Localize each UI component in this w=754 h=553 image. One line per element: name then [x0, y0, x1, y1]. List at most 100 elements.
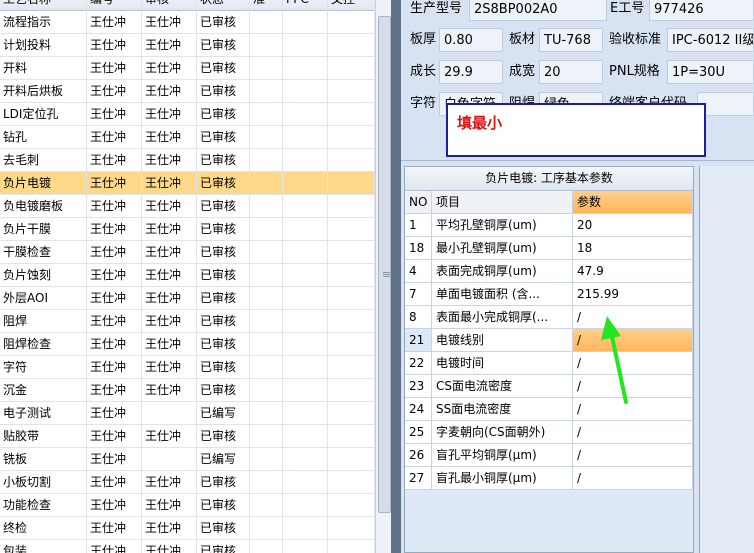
param-item-cell[interactable]: 表面完成铜厚(um) [432, 260, 573, 282]
table-row[interactable]: 开料后烘板 王仕冲 王仕冲 已审核 [0, 80, 375, 103]
process-doc-cell[interactable] [328, 126, 375, 149]
process-doc-cell[interactable] [328, 195, 375, 218]
process-name-cell[interactable]: LDI定位孔 [0, 103, 87, 126]
process-doc-cell[interactable] [328, 34, 375, 57]
table-row[interactable]: 流程指示 王仕冲 王仕冲 已审核 [0, 11, 375, 34]
param-no-cell[interactable]: 8 [405, 306, 432, 328]
process-status-cell[interactable]: 已审核 [197, 471, 250, 494]
param-value-cell[interactable]: / [573, 375, 693, 397]
process-review-cell[interactable]: 王仕冲 [142, 34, 197, 57]
param-row[interactable]: 1 平均孔壁铜厚(um) 20 [405, 214, 693, 237]
table-row[interactable]: 包装 王仕冲 王仕冲 已审核 [0, 540, 375, 553]
param-value-cell[interactable]: / [573, 421, 693, 443]
material-field[interactable]: TU-768 [539, 28, 603, 52]
process-approve-cell[interactable] [250, 195, 283, 218]
process-doc-cell[interactable] [328, 310, 375, 333]
process-name-cell[interactable]: 阻焊 [0, 310, 87, 333]
param-no-cell[interactable]: 7 [405, 283, 432, 305]
process-approve-cell[interactable] [250, 540, 283, 553]
process-status-cell[interactable]: 已审核 [197, 264, 250, 287]
process-approve-cell[interactable] [250, 57, 283, 80]
process-status-cell[interactable]: 已审核 [197, 172, 250, 195]
process-review-cell[interactable]: 王仕冲 [142, 11, 197, 34]
process-code-cell[interactable]: 王仕冲 [87, 264, 142, 287]
process-name-cell[interactable]: 负电镀磨板 [0, 195, 87, 218]
process-status-cell[interactable]: 已审核 [197, 517, 250, 540]
process-doc-cell[interactable] [328, 540, 375, 553]
process-doc-cell[interactable] [328, 172, 375, 195]
param-row[interactable]: 27 盲孔最小铜厚(μm) / [405, 467, 693, 490]
param-no-cell[interactable]: 1 [405, 214, 432, 236]
process-doc-cell[interactable] [328, 379, 375, 402]
eno-field[interactable]: 977426 [649, 0, 754, 21]
process-approve-cell[interactable] [250, 126, 283, 149]
process-code-cell[interactable]: 王仕冲 [87, 80, 142, 103]
process-doc-cell[interactable] [328, 149, 375, 172]
process-doc-cell[interactable] [328, 287, 375, 310]
process-ppc-cell[interactable] [283, 172, 328, 195]
process-approve-cell[interactable] [250, 471, 283, 494]
process-ppc-cell[interactable] [283, 356, 328, 379]
process-code-cell[interactable]: 王仕冲 [87, 195, 142, 218]
process-doc-cell[interactable] [328, 80, 375, 103]
table-row[interactable]: 小板切割 王仕冲 王仕冲 已审核 [0, 471, 375, 494]
process-ppc-cell[interactable] [283, 126, 328, 149]
process-name-cell[interactable]: 干膜检查 [0, 241, 87, 264]
param-no-cell[interactable]: 27 [405, 467, 432, 489]
process-approve-cell[interactable] [250, 356, 283, 379]
process-status-cell[interactable]: 已审核 [197, 80, 250, 103]
process-review-cell[interactable]: 王仕冲 [142, 494, 197, 517]
table-row[interactable]: 贴胶带 王仕冲 王仕冲 已审核 [0, 425, 375, 448]
table-row[interactable]: 字符 王仕冲 王仕冲 已审核 [0, 356, 375, 379]
process-status-cell[interactable]: 已审核 [197, 333, 250, 356]
process-ppc-cell[interactable] [283, 287, 328, 310]
param-value-cell[interactable]: / [573, 352, 693, 374]
param-item-cell[interactable]: 盲孔最小铜厚(μm) [432, 467, 573, 489]
process-name-cell[interactable]: 功能检查 [0, 494, 87, 517]
param-value-cell[interactable]: 20 [573, 214, 693, 236]
process-approve-cell[interactable] [250, 149, 283, 172]
table-row[interactable]: 铣板 王仕冲 已编写 [0, 448, 375, 471]
param-row[interactable]: 21 电镀线别 / [405, 329, 693, 352]
process-review-cell[interactable]: 王仕冲 [142, 195, 197, 218]
process-review-cell[interactable] [142, 402, 197, 425]
process-review-cell[interactable]: 王仕冲 [142, 172, 197, 195]
col-header-ppc[interactable]: PPC [283, 0, 328, 11]
process-code-cell[interactable]: 王仕冲 [87, 241, 142, 264]
process-review-cell[interactable]: 王仕冲 [142, 149, 197, 172]
process-ppc-cell[interactable] [283, 149, 328, 172]
process-ppc-cell[interactable] [283, 11, 328, 34]
process-name-cell[interactable]: 包装 [0, 540, 87, 553]
param-header-param[interactable]: 参数 [573, 191, 693, 213]
table-row[interactable]: 开料 王仕冲 王仕冲 已审核 [0, 57, 375, 80]
param-value-cell[interactable]: / [573, 398, 693, 420]
process-review-cell[interactable]: 王仕冲 [142, 333, 197, 356]
process-code-cell[interactable]: 王仕冲 [87, 57, 142, 80]
process-code-cell[interactable]: 王仕冲 [87, 448, 142, 471]
model-field[interactable]: 2S8BP002A0 [469, 0, 607, 21]
process-doc-cell[interactable] [328, 425, 375, 448]
param-item-cell[interactable]: 盲孔平均铜厚(μm) [432, 444, 573, 466]
process-review-cell[interactable]: 王仕冲 [142, 241, 197, 264]
process-code-cell[interactable]: 王仕冲 [87, 172, 142, 195]
process-approve-cell[interactable] [250, 425, 283, 448]
col-header-status[interactable]: 状态 [197, 0, 250, 11]
param-no-cell[interactable]: 22 [405, 352, 432, 374]
process-review-cell[interactable]: 王仕冲 [142, 310, 197, 333]
process-grid-scrollbar[interactable] [375, 0, 392, 553]
process-code-cell[interactable]: 王仕冲 [87, 494, 142, 517]
process-code-cell[interactable]: 王仕冲 [87, 425, 142, 448]
col-header-doc-control[interactable]: 文控 [328, 0, 375, 11]
process-code-cell[interactable]: 王仕冲 [87, 333, 142, 356]
table-row[interactable]: 终检 王仕冲 王仕冲 已审核 [0, 517, 375, 540]
process-name-cell[interactable]: 去毛刺 [0, 149, 87, 172]
process-status-cell[interactable]: 已审核 [197, 149, 250, 172]
process-approve-cell[interactable] [250, 517, 283, 540]
process-ppc-cell[interactable] [283, 103, 328, 126]
process-code-cell[interactable]: 王仕冲 [87, 218, 142, 241]
process-review-cell[interactable]: 王仕冲 [142, 103, 197, 126]
param-item-cell[interactable]: SS面电流密度 [432, 398, 573, 420]
process-code-cell[interactable]: 王仕冲 [87, 540, 142, 553]
param-row[interactable]: 24 SS面电流密度 / [405, 398, 693, 421]
process-name-cell[interactable]: 开料 [0, 57, 87, 80]
